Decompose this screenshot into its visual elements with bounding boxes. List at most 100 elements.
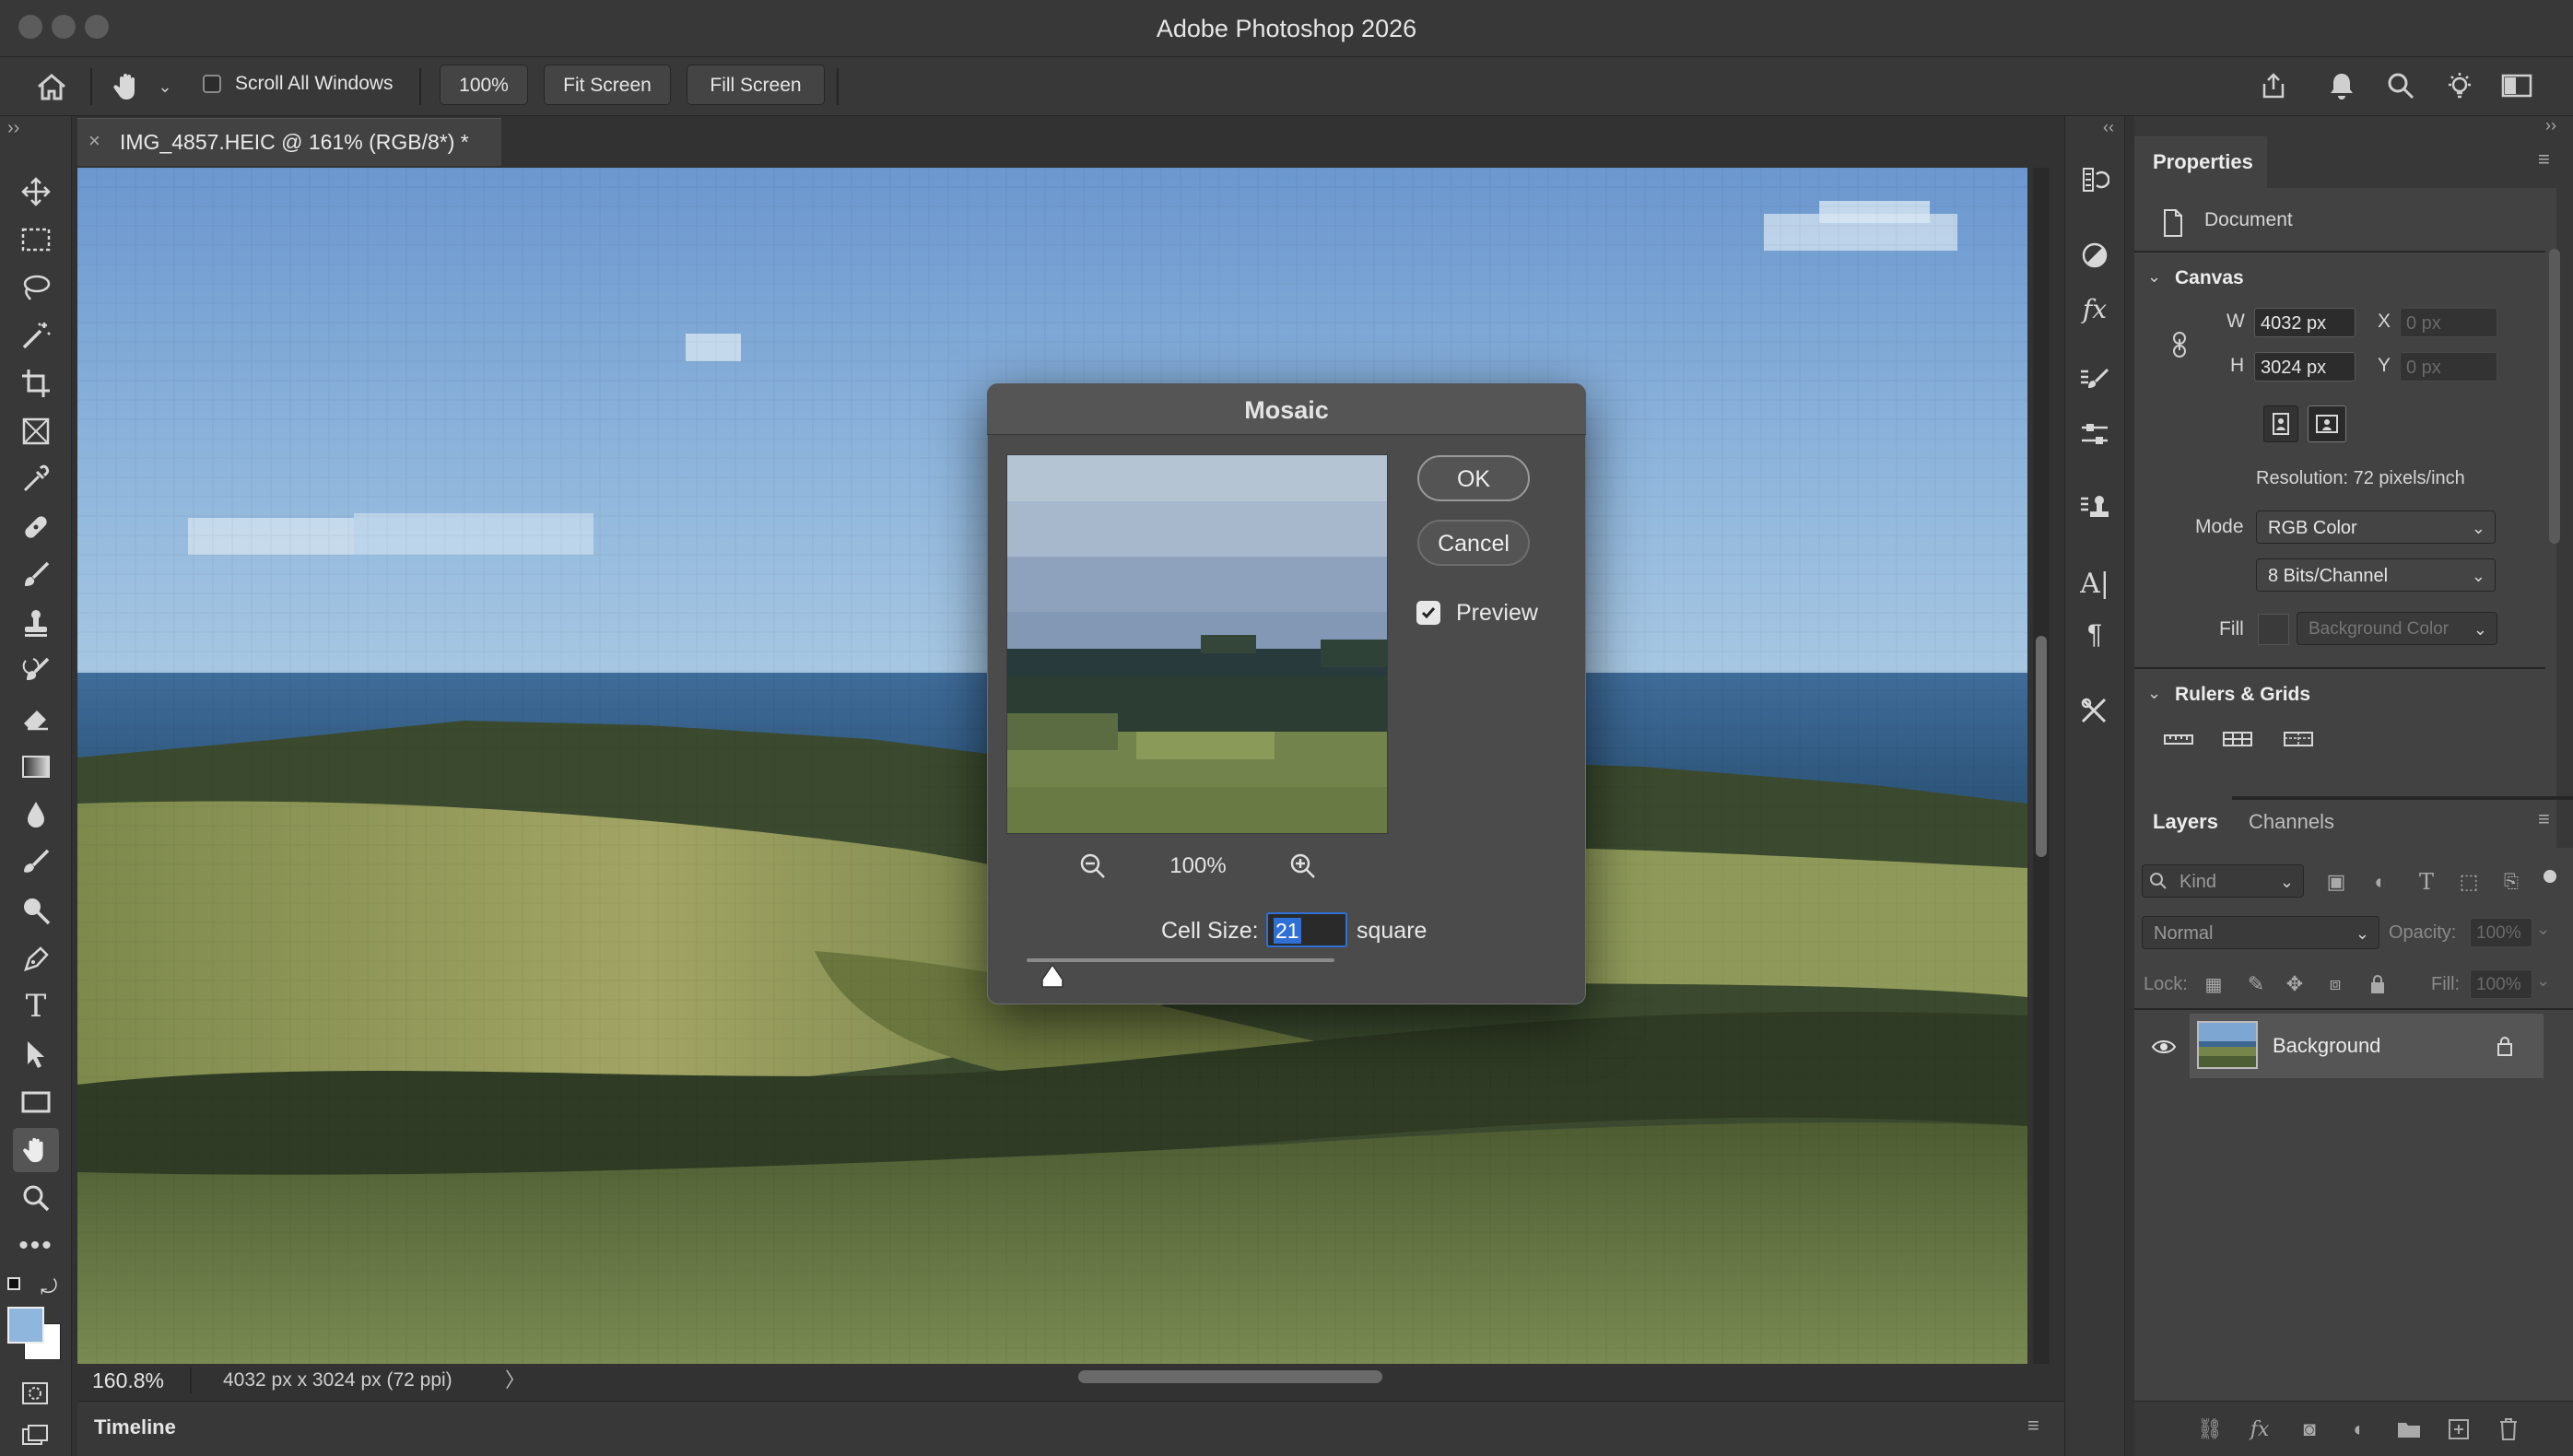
lasso-tool-icon[interactable] — [13, 265, 59, 310]
quick-mask-icon[interactable] — [15, 1377, 55, 1410]
filter-toggle-icon[interactable] — [2544, 870, 2556, 883]
filter-smart-object-icon[interactable]: ⎘ — [2497, 868, 2525, 896]
timeline-menu-icon[interactable]: ≡ — [2027, 1414, 2039, 1438]
screen-mode-icon[interactable] — [15, 1419, 55, 1452]
chevron-down-icon[interactable]: ⌄ — [155, 74, 175, 100]
landscape-orientation-icon[interactable] — [2308, 405, 2346, 442]
smudge-tool-icon[interactable] — [13, 840, 59, 885]
history-panel-icon[interactable] — [2074, 159, 2116, 201]
opacity-field[interactable]: 100% — [2470, 918, 2532, 947]
more-tools-icon[interactable]: ••• — [13, 1224, 59, 1268]
clone-stamp-tool-icon[interactable] — [13, 601, 59, 645]
lock-transparent-icon[interactable]: ▦ — [2201, 971, 2226, 997]
lock-image-brush-icon[interactable]: ✎ — [2243, 971, 2269, 997]
new-layer-icon[interactable] — [2444, 1415, 2473, 1443]
layer-visibility-eye-icon[interactable] — [2145, 1032, 2182, 1062]
preview-zoom-out-icon[interactable] — [1075, 850, 1111, 883]
frame-tool-icon[interactable] — [13, 409, 59, 453]
new-group-folder-icon[interactable] — [2394, 1415, 2424, 1443]
zoom-100-button[interactable]: 100% — [440, 65, 528, 105]
history-brush-tool-icon[interactable] — [13, 649, 59, 693]
color-mode-select[interactable]: RGB Color ⌄ — [2256, 511, 2496, 544]
fill-color-swatch[interactable] — [2258, 614, 2289, 645]
grid-icon[interactable] — [2221, 726, 2254, 752]
properties-scrollbar[interactable] — [2549, 249, 2560, 544]
lock-artboard-icon[interactable]: ⧈ — [2322, 971, 2348, 997]
vertical-scroll-thumb[interactable] — [2036, 636, 2047, 857]
magic-wand-tool-icon[interactable] — [13, 313, 59, 358]
fit-screen-button[interactable]: Fit Screen — [544, 65, 671, 105]
link-layers-icon[interactable]: ⛓ — [2195, 1415, 2225, 1443]
filter-pixel-icon[interactable]: ▣ — [2322, 868, 2350, 896]
home-icon[interactable] — [31, 66, 72, 107]
canvas-x-field[interactable]: 0 px — [2400, 308, 2497, 337]
expand-panels-left-icon[interactable]: ‹‹ — [2103, 118, 2114, 137]
hand-tool-preset-icon[interactable] — [105, 65, 149, 109]
cell-size-slider-thumb[interactable] — [1040, 962, 1065, 990]
layers-menu-icon[interactable]: ≡ — [2538, 807, 2550, 831]
healing-brush-tool-icon[interactable] — [13, 505, 59, 549]
eraser-tool-icon[interactable] — [13, 697, 59, 741]
workspace-layout-icon[interactable] — [2496, 65, 2538, 107]
brush-settings-panel-icon[interactable] — [2074, 359, 2116, 402]
brush-tool-icon[interactable] — [13, 553, 59, 597]
notifications-bell-icon[interactable] — [2320, 65, 2363, 107]
foreground-color-swatch[interactable] — [7, 1307, 44, 1344]
filter-adjustment-icon[interactable]: ◐ — [2367, 868, 2394, 896]
discover-lightbulb-icon[interactable] — [2438, 65, 2481, 107]
rectangle-tool-icon[interactable] — [13, 1080, 59, 1124]
preview-checkbox[interactable] — [1416, 601, 1440, 625]
add-mask-icon[interactable]: ◙ — [2295, 1415, 2324, 1443]
opacity-chevron-icon[interactable]: ⌄ — [2536, 920, 2550, 939]
default-colors-icon[interactable] — [7, 1277, 20, 1290]
status-expand-icon[interactable]: 〉 — [505, 1366, 525, 1395]
paragraph-panel-icon[interactable]: ¶ — [2074, 614, 2116, 656]
canvas-heading[interactable]: Canvas — [2175, 267, 2244, 289]
guides-icon[interactable] — [2282, 726, 2315, 752]
mosaic-preview[interactable] — [1006, 454, 1388, 834]
clone-source-panel-icon[interactable] — [2074, 487, 2116, 529]
fill-screen-button[interactable]: Fill Screen — [687, 65, 825, 105]
properties-menu-icon[interactable]: ≡ — [2538, 147, 2550, 171]
preview-zoom-in-icon[interactable] — [1285, 850, 1322, 883]
share-icon[interactable] — [2252, 65, 2295, 107]
blur-tool-icon[interactable] — [13, 793, 59, 837]
canvas-width-field[interactable]: 4032 px — [2254, 308, 2356, 337]
dodge-tool-icon[interactable] — [13, 888, 59, 933]
ruler-icon[interactable] — [2162, 726, 2195, 752]
tool-presets-panel-icon[interactable] — [2074, 689, 2116, 732]
new-adjustment-layer-icon[interactable]: ◐ — [2344, 1415, 2374, 1443]
channels-tab[interactable]: Channels — [2249, 807, 2334, 837]
lock-all-icon[interactable] — [2365, 971, 2391, 997]
canvas-y-field[interactable]: 0 px — [2400, 352, 2497, 382]
search-icon[interactable] — [2379, 65, 2422, 107]
eyedropper-tool-icon[interactable] — [13, 457, 59, 501]
layer-style-fx-icon[interactable]: fx — [2245, 1415, 2274, 1443]
horizontal-scroll-thumb[interactable] — [1078, 1370, 1382, 1383]
blend-mode-select[interactable]: Normal ⌄ — [2142, 916, 2379, 949]
collapse-toolbar-icon[interactable]: ›› — [7, 118, 19, 139]
rulers-collapse-chevron-icon[interactable]: ⌄ — [2147, 684, 2161, 703]
rulers-grids-heading[interactable]: Rulers & Grids — [2175, 684, 2310, 706]
close-document-icon[interactable]: × — [88, 129, 100, 153]
swap-colors-icon[interactable]: ⤾ — [41, 1275, 57, 1299]
layer-name[interactable]: Background — [2273, 1032, 2380, 1060]
zoom-tool-icon[interactable] — [13, 1176, 59, 1220]
lock-position-icon[interactable]: ✥ — [2282, 971, 2308, 997]
canvas-collapse-chevron-icon[interactable]: ⌄ — [2147, 267, 2161, 287]
fill-opacity-field[interactable]: 100% — [2470, 969, 2532, 999]
bit-depth-select[interactable]: 8 Bits/Channel ⌄ — [2256, 558, 2496, 592]
scroll-all-windows-checkbox[interactable] — [203, 75, 221, 93]
zoom-readout[interactable]: 160.8% — [92, 1366, 164, 1395]
layer-lock-icon[interactable] — [2492, 1032, 2518, 1060]
cell-size-input[interactable]: 21 — [1266, 912, 1347, 947]
properties-panel-icon[interactable] — [2074, 413, 2116, 455]
link-dimensions-icon[interactable] — [2166, 328, 2193, 361]
cancel-button[interactable]: Cancel — [1417, 520, 1530, 566]
character-panel-icon[interactable]: A| — [2074, 562, 2116, 605]
timeline-title[interactable]: Timeline — [94, 1412, 176, 1443]
move-tool-icon[interactable] — [13, 170, 59, 214]
filter-type-icon[interactable]: T — [2413, 868, 2440, 896]
fill-opacity-chevron-icon[interactable]: ⌄ — [2536, 971, 2550, 991]
adjustments-panel-icon[interactable] — [2074, 234, 2116, 276]
